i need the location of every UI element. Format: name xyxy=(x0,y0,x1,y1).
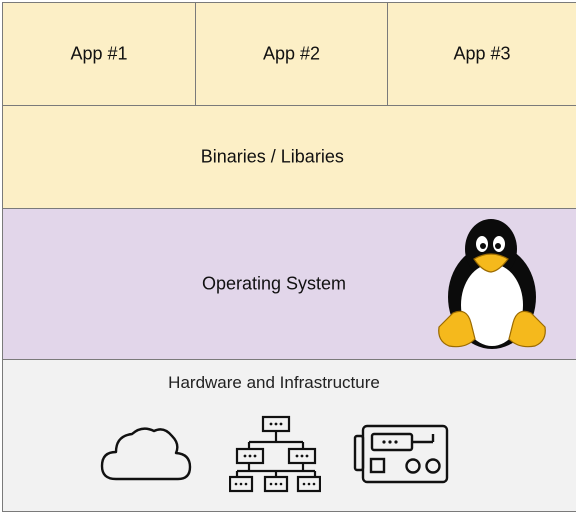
cloud-icon xyxy=(100,427,192,481)
hardware-infrastructure-layer: Hardware and Infrastructure xyxy=(2,359,576,512)
tux-penguin-icon xyxy=(438,219,546,349)
hardware-label: Hardware and Infrastructure xyxy=(168,373,380,392)
server-device-icon xyxy=(353,424,449,484)
binaries-label: Binaries / Libaries xyxy=(200,146,344,167)
app-2-label: App #2 xyxy=(262,43,321,64)
app-3-box: App #3 xyxy=(387,2,576,106)
app-1-box: App #1 xyxy=(2,2,196,106)
network-hierarchy-icon xyxy=(229,415,321,493)
operating-system-layer: Operating System xyxy=(2,208,576,360)
app-3-label: App #3 xyxy=(453,43,511,64)
app-1-label: App #1 xyxy=(70,43,128,64)
operating-system-label: Operating System xyxy=(201,273,347,294)
app-2-box: App #2 xyxy=(195,2,388,106)
binaries-libraries-layer: Binaries / Libaries xyxy=(2,105,576,209)
